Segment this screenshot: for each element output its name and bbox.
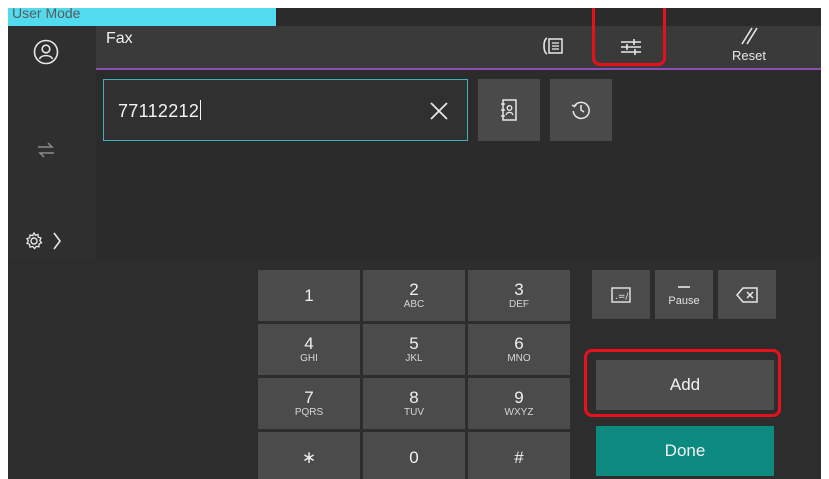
key-0[interactable]: 0: [363, 432, 465, 479]
add-label: Add: [669, 375, 701, 394]
key-digit: 6: [514, 334, 524, 353]
fax-status-button[interactable]: [536, 30, 570, 62]
user-mode-label: User Mode: [12, 8, 81, 21]
fax-number-value: 77112212: [118, 100, 202, 122]
reset-button[interactable]: Reset: [714, 20, 784, 68]
add-button[interactable]: Add: [596, 360, 774, 410]
key-hash[interactable]: #: [468, 432, 570, 479]
key-letters: JKL: [405, 353, 423, 364]
svg-text:.=/: .=/: [615, 292, 629, 302]
sliders-icon: [621, 39, 641, 55]
key-digit: 2: [409, 280, 419, 299]
key-letters: PQRS: [294, 407, 324, 418]
reset-label: Reset: [732, 47, 766, 63]
pause-button[interactable]: Pause: [655, 270, 713, 319]
key-letters: DEF: [509, 299, 529, 310]
user-icon: [33, 39, 59, 65]
done-button[interactable]: Done: [596, 426, 774, 476]
key-9[interactable]: 9 WXYZ: [468, 378, 570, 429]
close-icon: [430, 102, 448, 120]
key-7[interactable]: 7 PQRS: [258, 378, 360, 429]
chevron-right-icon: [53, 232, 61, 250]
options-button[interactable]: [601, 26, 661, 68]
key-8[interactable]: 8 TUV: [363, 378, 465, 429]
keypad-panel: 1 2 ABC 3 DEF 4 GHI 5 JKL 6 MNO 7 PQRS 8 TUV 9 WXYZ ∗ 0 # .…: [8, 258, 821, 479]
entry-area: 77112212: [96, 70, 821, 258]
key-digit: 1: [304, 285, 314, 305]
gear-icon: [26, 231, 43, 250]
key-digit: ∗: [301, 447, 317, 467]
key-digit: 9: [514, 388, 524, 407]
address-book-button[interactable]: [478, 79, 540, 141]
double-slash-icon: [741, 27, 758, 44]
fax-screen: User Mode Fax Reset 77112212 1 2 ABC 3 D…: [8, 8, 821, 479]
fax-number-text: 77112212: [118, 101, 200, 121]
dash-icon: [678, 285, 690, 288]
key-1[interactable]: 1: [258, 270, 360, 321]
backspace-button[interactable]: [718, 270, 776, 319]
key-digit: 4: [304, 334, 314, 353]
user-mode-strip: User Mode: [8, 8, 276, 26]
key-4[interactable]: 4 GHI: [258, 324, 360, 375]
key-letters: WXYZ: [504, 407, 534, 418]
backspace-icon: [736, 286, 758, 303]
key-letters: TUV: [404, 407, 424, 418]
text-caret: [200, 100, 202, 120]
key-digit: #: [514, 447, 524, 467]
key-digit: 0: [409, 447, 419, 467]
left-rail: [8, 8, 96, 258]
user-button[interactable]: [24, 32, 68, 72]
key-digit: 3: [514, 280, 524, 299]
clear-button[interactable]: [422, 94, 456, 128]
swap-icon: [38, 142, 54, 158]
pause-label: Pause: [668, 294, 700, 307]
key-6[interactable]: 6 MNO: [468, 324, 570, 375]
fax-phone-icon: [543, 37, 563, 55]
key-digit: 7: [304, 388, 314, 407]
fax-number-field[interactable]: 77112212: [103, 79, 468, 141]
key-digit: 8: [409, 388, 419, 407]
key-letters: ABC: [403, 299, 425, 310]
key-3[interactable]: 3 DEF: [468, 270, 570, 321]
address-book-icon: [501, 99, 517, 121]
history-button[interactable]: [550, 79, 612, 141]
settings-button[interactable]: [24, 226, 88, 256]
switch-button[interactable]: [28, 132, 64, 168]
key-2[interactable]: 2 ABC: [363, 270, 465, 321]
tone-button[interactable]: .=/: [592, 270, 650, 319]
key-star[interactable]: ∗: [258, 432, 360, 479]
tone-icon: .=/: [611, 286, 631, 303]
key-digit: 5: [409, 334, 419, 353]
history-icon: [571, 101, 590, 120]
key-letters: MNO: [507, 353, 531, 364]
key-letters: GHI: [300, 353, 318, 364]
key-5[interactable]: 5 JKL: [363, 324, 465, 375]
page-title: Fax: [106, 30, 133, 47]
done-label: Done: [664, 441, 706, 460]
